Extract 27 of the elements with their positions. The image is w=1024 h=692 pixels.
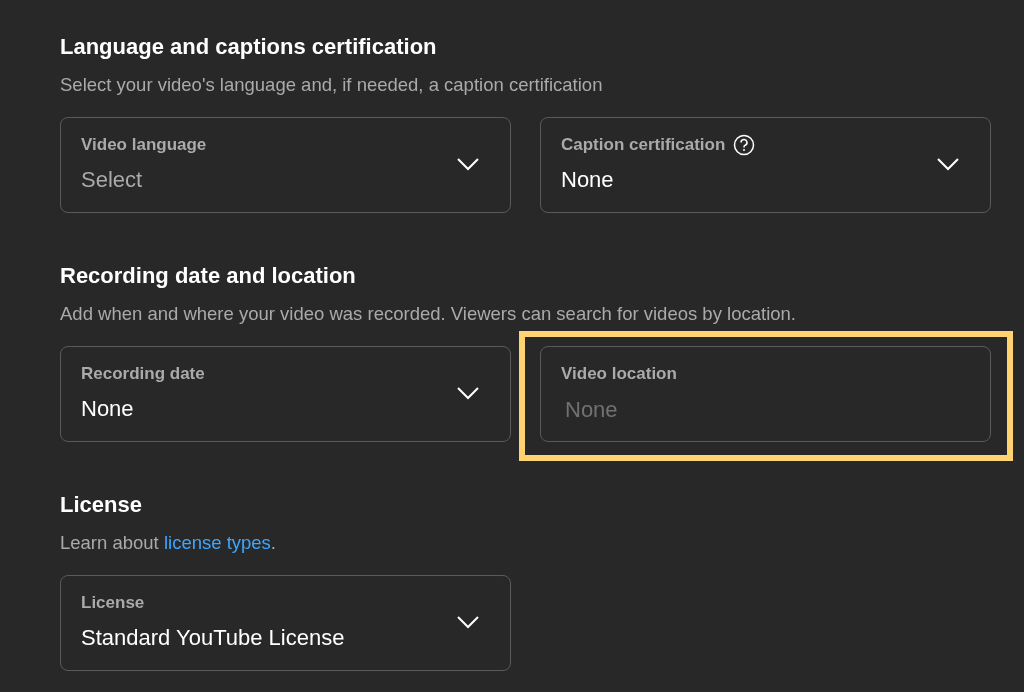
chevron-down-icon [456, 614, 480, 630]
chevron-down-icon [936, 156, 960, 172]
location-input[interactable]: None [561, 397, 945, 423]
section-heading: Recording date and location [60, 262, 357, 290]
dropdown-field[interactable]: Recording date None [60, 346, 511, 442]
field-value: Standard YouTube License [81, 624, 346, 652]
dropdown-field[interactable]: Video language Select [60, 117, 511, 213]
section-description: Learn about license types. [60, 531, 277, 555]
license-types-link[interactable]: license types [163, 532, 271, 553]
field-label: License [81, 593, 145, 613]
section-heading: License [60, 491, 143, 519]
dropdown-field[interactable]: Caption certification None [540, 117, 991, 213]
help-icon[interactable] [733, 134, 756, 156]
field-value: Select [81, 166, 144, 194]
section-heading: Language and captions certification [60, 33, 438, 61]
field-label: Recording date [81, 364, 205, 384]
chevron-down-icon [456, 156, 480, 172]
section-description: Select your video's language and, if needed, a caption certification [60, 73, 604, 97]
location-field[interactable]: Video location None [540, 346, 991, 442]
dropdown-field[interactable]: License Standard YouTube License [60, 575, 511, 671]
field-label: Caption certification [561, 135, 726, 155]
section-description: Add when and where your video was recorded. Viewers can search for videos by location. [60, 302, 797, 326]
field-value: None [81, 395, 135, 423]
field-label: Video location [561, 364, 677, 384]
field-label: Video language [81, 135, 207, 155]
field-value: None [561, 166, 615, 194]
chevron-down-icon [456, 385, 480, 401]
